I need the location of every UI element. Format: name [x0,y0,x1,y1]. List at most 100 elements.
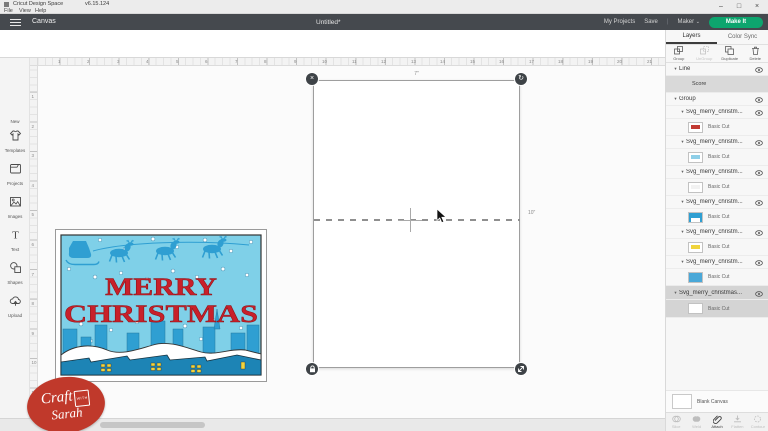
panel-tabs: Layers Color Sync [666,30,768,45]
layer-row[interactable]: ▾ Svg_merry_christm... [666,256,768,269]
app-icon [4,2,9,7]
ruler-number: 5 [32,212,35,217]
chevron-down-icon[interactable]: ▾ [679,139,686,145]
ruler-number: 5 [176,59,179,64]
chevron-down-icon[interactable]: ▾ [672,66,679,72]
ruler-number: 4 [32,183,35,188]
trash-icon [751,46,760,55]
sidebar-item-projects[interactable]: Projects [0,162,30,186]
horizontal-scrollbar[interactable] [100,422,205,428]
christmas-card-image[interactable]: MERRY CHRISTMAS [55,229,267,382]
lock-handle[interactable] [306,363,318,375]
sidebar-item-text[interactable]: T Text [0,228,30,252]
machine-select[interactable]: Maker ⌄ [677,19,700,25]
artboard-height-label: 10" [528,210,535,216]
sidebar-item-images[interactable]: Images [0,195,30,219]
header-divider: | [667,19,669,25]
layer-actions: Group UnGroup Duplicate Delete [666,45,768,63]
delete-handle[interactable]: × [306,73,318,85]
ruler-number: 1 [58,59,61,64]
blank-canvas-row[interactable]: Blank Canvas [666,390,768,412]
chevron-down-icon[interactable]: ▾ [672,96,679,102]
ruler-number: 9 [294,59,297,64]
rotate-handle[interactable]: ↻ [515,73,527,85]
resize-handle[interactable] [515,363,527,375]
duplicate-button[interactable]: Duplicate [717,46,743,61]
layer-cut-row[interactable]: Basic Cut [666,119,768,136]
layer-group-line[interactable]: ▾ Line [666,63,768,76]
card-artboard[interactable] [313,80,520,368]
layer-thumbnail [688,303,703,314]
mouse-cursor [436,208,448,224]
contour-button[interactable]: Contour [748,413,768,431]
group-button[interactable]: Group [666,46,692,61]
ruler-number: 6 [205,59,208,64]
ruler-number: 18 [558,59,563,64]
chevron-down-icon[interactable]: ▾ [679,259,686,265]
shapes-icon [9,261,22,274]
layer-cut-row[interactable]: Basic Cut [666,179,768,196]
blank-canvas-thumbnail [672,394,692,409]
app-version: v6.15.124 [85,1,109,7]
delete-button[interactable]: Delete [743,46,768,61]
project-board-icon [9,162,22,175]
eye-icon[interactable] [755,284,763,302]
sidebar-item-shapes[interactable]: Shapes [0,261,30,285]
minimize-icon[interactable]: – [714,2,728,12]
layer-score[interactable]: Score [666,76,768,93]
slice-button[interactable]: Slice [666,413,686,431]
layer-row[interactable]: ▾ Svg_merry_christm... [666,106,768,119]
hamburger-menu-icon[interactable] [10,19,21,26]
sidebar-item-new[interactable]: New [0,118,30,124]
ungroup-button[interactable]: UnGroup [692,46,718,61]
ruler-number: 14 [440,59,445,64]
chevron-down-icon[interactable]: ▾ [672,290,679,296]
weld-button[interactable]: Weld [686,413,706,431]
slice-icon [672,415,681,423]
make-it-button[interactable]: Make It [709,17,763,28]
ungroup-icon [700,46,709,55]
chevron-down-icon[interactable]: ▾ [679,169,686,175]
layer-group-header[interactable]: ▾ Group [666,93,768,106]
artboard-width-label: 7" [313,71,520,77]
flatten-icon [733,415,742,423]
card-text-christmas: CHRISTMAS [64,301,258,328]
layer-cut-row[interactable]: Basic Cut [666,269,768,286]
layer-row[interactable]: ▾ Svg_merry_christm... [666,136,768,149]
layer-row[interactable]: ▾ Svg_merry_christm... [666,196,768,209]
my-projects-link[interactable]: My Projects [604,19,635,25]
image-icon [9,195,22,208]
text-icon: T [9,228,22,241]
layer-row[interactable]: ▾ Svg_merry_christm... [666,166,768,179]
layer-cut-row[interactable]: Basic Cut [666,239,768,256]
maximize-icon[interactable]: □ [732,2,746,12]
os-titlebar: Cricut Design Space v6.15.124 FileViewHe… [0,0,768,14]
flatten-button[interactable]: Flatten [727,413,747,431]
weld-icon [692,415,701,423]
rotate-icon: ↻ [518,73,524,85]
save-link[interactable]: Save [644,19,658,25]
tab-layers[interactable]: Layers [666,30,717,44]
layer-cut-row[interactable]: Basic Cut [666,209,768,226]
chevron-down-icon[interactable]: ▾ [679,229,686,235]
panel-bottom-actions: Slice Weld Attach Flatten Contour [666,412,768,431]
sidebar-item-templates[interactable]: Templates [0,129,30,153]
card-text-merry: MERRY [105,274,217,301]
chevron-down-icon[interactable]: ▾ [679,199,686,205]
sidebar-item-upload[interactable]: Upload [0,294,30,318]
layer-cut-row[interactable]: Basic Cut [666,149,768,166]
layer-row[interactable]: ▾ Svg_merry_christm... [666,226,768,239]
ruler-number: 3 [32,153,35,158]
ruler-number: 1 [32,94,35,99]
layer-cut-row-selected[interactable]: Basic Cut [666,300,768,318]
close-icon[interactable]: × [750,2,764,12]
contour-icon [753,415,762,423]
svg-text:T: T [12,230,19,242]
layer-row-selected[interactable]: ▾ Svg_merry_christmas... [666,286,768,300]
crosshair-horizontal [398,220,422,221]
cloud-upload-icon [9,294,22,307]
tab-color-sync[interactable]: Color Sync [717,30,768,44]
attach-button[interactable]: Attach [707,413,727,431]
chevron-down-icon[interactable]: ▾ [679,109,686,115]
horizontal-ruler [30,58,665,66]
